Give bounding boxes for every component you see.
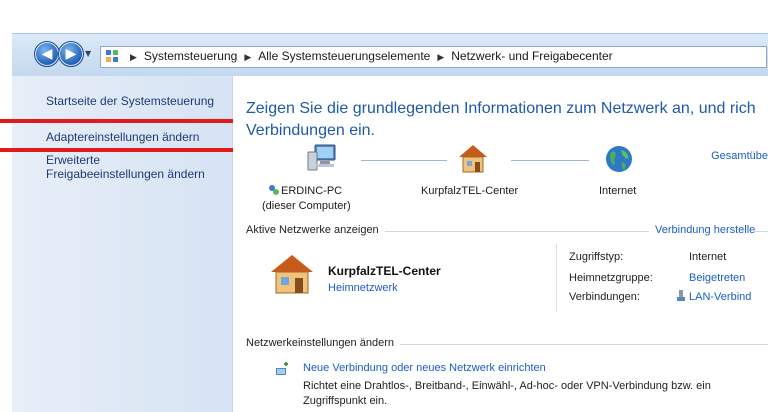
arrow-right-icon: ▶: [65, 46, 77, 62]
network-location-link[interactable]: Heimnetzwerk: [328, 282, 398, 294]
top-blank-area: [0, 0, 768, 33]
page-title: Zeigen Sie die grundlegenden Information…: [246, 98, 768, 142]
computer-name-label: ERDINC-PC: [281, 185, 343, 197]
lan-connection-icon: [677, 290, 685, 301]
internet-globe-icon[interactable]: [602, 142, 636, 176]
active-network-name: KurpfalzTEL-Center: [328, 264, 441, 278]
network-status-icon: [269, 185, 279, 195]
recent-pages-dropdown-icon[interactable]: ▼: [85, 49, 91, 58]
breadcrumb-item-all-control-panel-items[interactable]: Alle Systemsteuerungselemente: [258, 49, 430, 63]
breadcrumb-item-systemsteuerung[interactable]: Systemsteuerung: [144, 49, 237, 63]
arrow-left-icon: ◀: [41, 46, 53, 62]
lan-connection-link[interactable]: LAN-Verbind: [689, 291, 751, 303]
chevron-right-icon[interactable]: ▶: [123, 52, 144, 62]
description-line1: Richtet eine Drahtlos-, Breitband-, Einw…: [303, 380, 711, 392]
navigation-bar: ◀ ▶ ▼ ▶ Systemsteuerung ▶ Alle Systemsteuer…: [12, 33, 768, 76]
active-networks-title: Aktive Netzwerke anzeigen: [246, 224, 385, 236]
main-content: Zeigen Sie die grundlegenden Information…: [233, 76, 768, 412]
network-node-label: KurpfalzTEL-Center: [421, 185, 519, 197]
sidebar-link-advanced-line2: Freigabeeinstellungen ändern: [46, 167, 205, 181]
sidebar-link-control-panel-home[interactable]: Startseite der Systemsteuerung: [46, 94, 214, 108]
address-bar[interactable]: ▶ Systemsteuerung ▶ Alle Systemsteuerungsel…: [100, 46, 767, 68]
access-type-label: Zugriffstyp:: [569, 251, 624, 263]
property-divider: [556, 244, 557, 312]
view-full-map-link[interactable]: Gesamtübe: [711, 150, 768, 162]
connector-line: [361, 160, 447, 161]
sidebar-link-advanced-line1: Erweiterte: [46, 153, 101, 167]
forward-button[interactable]: ▶: [58, 41, 84, 67]
setup-new-connection-link[interactable]: Neue Verbindung oder neues Netzwerk einr…: [303, 362, 546, 374]
control-panel-icon: [106, 50, 118, 62]
home-network-icon[interactable]: [267, 252, 317, 296]
sidebar-link-advanced-sharing[interactable]: Erweiterte Freigabeeinstellungen ändern: [46, 153, 205, 181]
back-button[interactable]: ◀: [34, 41, 60, 67]
home-network-icon[interactable]: [456, 142, 490, 176]
connect-or-disconnect-link[interactable]: Verbindung herstelle: [649, 224, 756, 236]
highlight-box: [0, 119, 261, 152]
setup-new-connection-description: Richtet eine Drahtlos-, Breitband-, Einw…: [303, 379, 711, 409]
page-title-line2: Verbindungen ein.: [246, 122, 375, 139]
description-line2: Zugriffspunkt ein.: [303, 395, 388, 407]
change-network-settings-title: Netzwerkeinstellungen ändern: [246, 337, 400, 349]
homegroup-link[interactable]: Beigetreten: [689, 272, 745, 284]
internet-node-label: Internet: [599, 185, 637, 197]
connector-line: [511, 160, 589, 161]
connections-label: Verbindungen:: [569, 291, 640, 303]
new-connection-icon[interactable]: [274, 361, 290, 377]
breadcrumb: ▶ Systemsteuerung ▶ Alle Systemsteuerungsel…: [123, 49, 613, 63]
chevron-right-icon[interactable]: ▶: [237, 52, 258, 62]
page-title-line1: Zeigen Sie die grundlegenden Information…: [246, 100, 756, 117]
left-blank-area: [0, 0, 12, 412]
computer-icon[interactable]: [305, 142, 339, 176]
computer-subtitle-label: (dieser Computer): [262, 200, 351, 212]
homegroup-label: Heimnetzgruppe:: [569, 272, 653, 284]
access-type-value: Internet: [689, 251, 727, 263]
chevron-right-icon[interactable]: ▶: [430, 52, 451, 62]
breadcrumb-item-network-sharing-center[interactable]: Netzwerk- und Freigabecenter: [451, 49, 612, 63]
